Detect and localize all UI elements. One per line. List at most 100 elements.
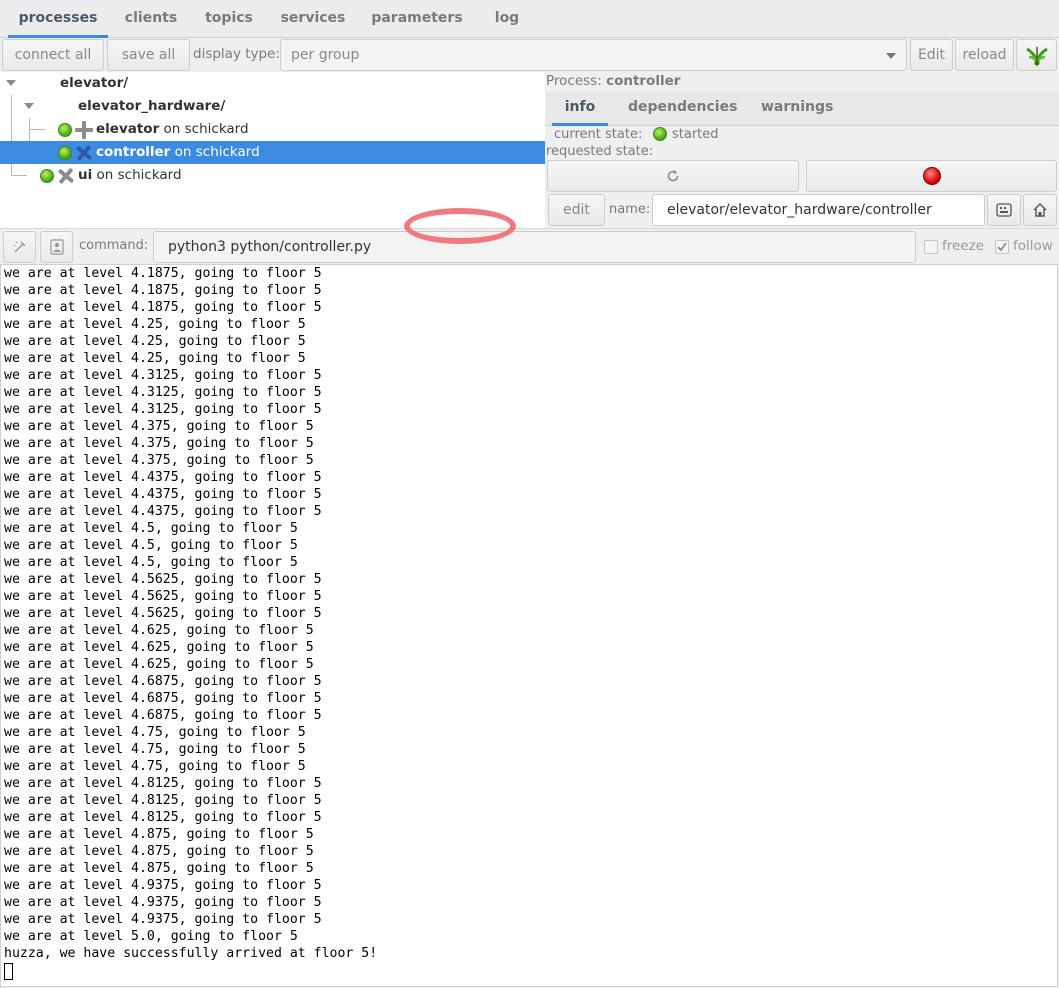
display-type-select[interactable]: per group [280,39,907,71]
command-label: command: [79,238,149,253]
freeze-label: freeze [942,238,985,254]
console-line: we are at level 4.5625, going to floor 5 [4,572,322,587]
requested-state-label: requested state: [546,144,654,159]
console-line: we are at level 4.875, going to floor 5 [4,844,314,859]
expand-arrow-icon[interactable] [6,80,16,86]
console-line: we are at level 4.625, going to floor 5 [4,640,314,655]
clear-icon [13,241,25,253]
home-button[interactable] [1023,194,1057,226]
tree-row-subgroup[interactable]: elevator_hardware/ [0,95,545,118]
command-field[interactable]: python3 python/controller.py [153,231,916,263]
save-all-button[interactable]: save all [107,39,190,71]
tab-clients[interactable]: clients [116,0,186,38]
console-line: we are at level 4.3125, going to floor 5 [4,368,322,383]
process-host: on schickard [159,121,249,137]
tab-topics[interactable]: topics [196,0,262,38]
tab-processes[interactable]: processes [8,0,108,38]
tab-warnings[interactable]: warnings [761,92,833,126]
tree-row-group[interactable]: elevator/ [0,72,545,95]
freeze-checkbox[interactable] [924,240,938,254]
console-output[interactable]: we are at level 4.1875, going to floor 5… [0,264,1058,987]
console-line: we are at level 4.3125, going to floor 5 [4,385,322,400]
restart-button[interactable] [547,160,799,192]
tree-row-process[interactable]: elevator on schickard [0,118,545,141]
tab-services[interactable]: services [272,0,354,38]
console-line: we are at level 5.0, going to floor 5 [4,929,298,944]
console-line: we are at level 4.5, going to floor 5 [4,521,298,536]
clear-console-button[interactable] [3,231,36,263]
process-icon [75,121,93,139]
console-line: we are at level 4.8125, going to floor 5 [4,793,322,808]
process-label: ui on schickard [78,164,182,187]
display-type-label: display type: [193,46,280,62]
console-line: we are at level 4.375, going to floor 5 [4,419,314,434]
stop-button[interactable] [806,160,1057,192]
tab-dependencies[interactable]: dependencies [628,92,737,126]
console-line: we are at level 4.375, going to floor 5 [4,436,314,451]
console-line: we are at level 4.25, going to floor 5 [4,351,306,366]
console-line: we are at level 4.875, going to floor 5 [4,827,314,842]
tree-row-process-selected[interactable]: controller on schickard [0,141,545,164]
console-line: we are at level 4.8125, going to floor 5 [4,810,322,825]
console-line: we are at level 4.4375, going to floor 5 [4,504,322,519]
process-name: ui [78,167,93,183]
name-label: name: [609,202,651,217]
console-line: we are at level 4.6875, going to floor 5 [4,708,322,723]
console-line: we are at level 4.5, going to floor 5 [4,538,298,553]
console-line: we are at level 4.4375, going to floor 5 [4,487,322,502]
process-host: on schickard [170,144,260,160]
follow-checkbox[interactable] [995,240,1009,254]
main-tab-bar: processes clients topics services parame… [0,0,1059,38]
process-label: elevator on schickard [96,118,249,141]
console-line: we are at level 4.25, going to floor 5 [4,317,306,332]
console-line: we are at level 4.6875, going to floor 5 [4,691,322,706]
connect-all-button[interactable]: connect all [2,39,104,71]
console-line: we are at level 4.5625, going to floor 5 [4,589,322,604]
tab-info[interactable]: info [552,92,608,126]
console-line: we are at level 4.5, going to floor 5 [4,555,298,570]
console-line: huzza, we have successfully arrived at f… [4,946,378,961]
process-name: controller [96,144,171,160]
edit-name-button[interactable]: edit [548,194,605,226]
tab-log[interactable]: log [482,0,532,38]
current-state-label: current state: [554,127,643,142]
user-button[interactable] [40,231,73,263]
group-name: elevator/ [60,72,128,95]
console-line: we are at level 4.875, going to floor 5 [4,861,314,876]
chevron-down-icon [886,53,896,59]
keyboard-icon [996,203,1012,217]
console-line: we are at level 4.1875, going to floor 5 [4,266,322,281]
subgroup-name: elevator_hardware/ [78,95,225,118]
console-line: we are at level 4.8125, going to floor 5 [4,776,322,791]
console-line: we are at level 4.4375, going to floor 5 [4,470,322,485]
console-line: we are at level 4.75, going to floor 5 [4,742,306,757]
display-type-value: per group [291,47,360,63]
console-line: we are at level 4.5625, going to floor 5 [4,606,322,621]
stop-red-icon [923,167,941,185]
toolbar: connect all save all display type: per g… [0,38,1059,72]
state-started-icon [653,127,667,141]
process-tree: elevator/ elevator_hardware/ elevator on… [0,72,545,228]
console-line: we are at level 4.9375, going to floor 5 [4,912,322,927]
tab-parameters[interactable]: parameters [364,0,470,38]
state-started-icon [58,146,72,160]
process-header-name: controller [606,73,681,89]
keyboard-button[interactable] [987,194,1021,226]
process-icon [57,167,75,185]
logo-button[interactable] [1016,39,1057,71]
expand-arrow-icon[interactable] [24,103,34,109]
restart-icon [667,170,679,182]
console-line: we are at level 4.625, going to floor 5 [4,657,314,672]
console-line: we are at level 4.625, going to floor 5 [4,623,314,638]
console-line: we are at level 4.25, going to floor 5 [4,334,306,349]
tree-row-process[interactable]: ui on schickard [0,164,545,187]
process-name-field[interactable]: elevator/elevator_hardware/controller [652,194,985,226]
edit-button[interactable]: Edit [910,39,953,71]
reload-button[interactable]: reload [955,39,1014,71]
follow-label: follow [1013,238,1053,254]
console-line: we are at level 4.1875, going to floor 5 [4,300,322,315]
process-name: elevator [96,121,160,137]
console-line: we are at level 4.1875, going to floor 5 [4,283,322,298]
console-line: we are at level 4.9375, going to floor 5 [4,895,322,910]
console-line: we are at level 4.6875, going to floor 5 [4,674,322,689]
